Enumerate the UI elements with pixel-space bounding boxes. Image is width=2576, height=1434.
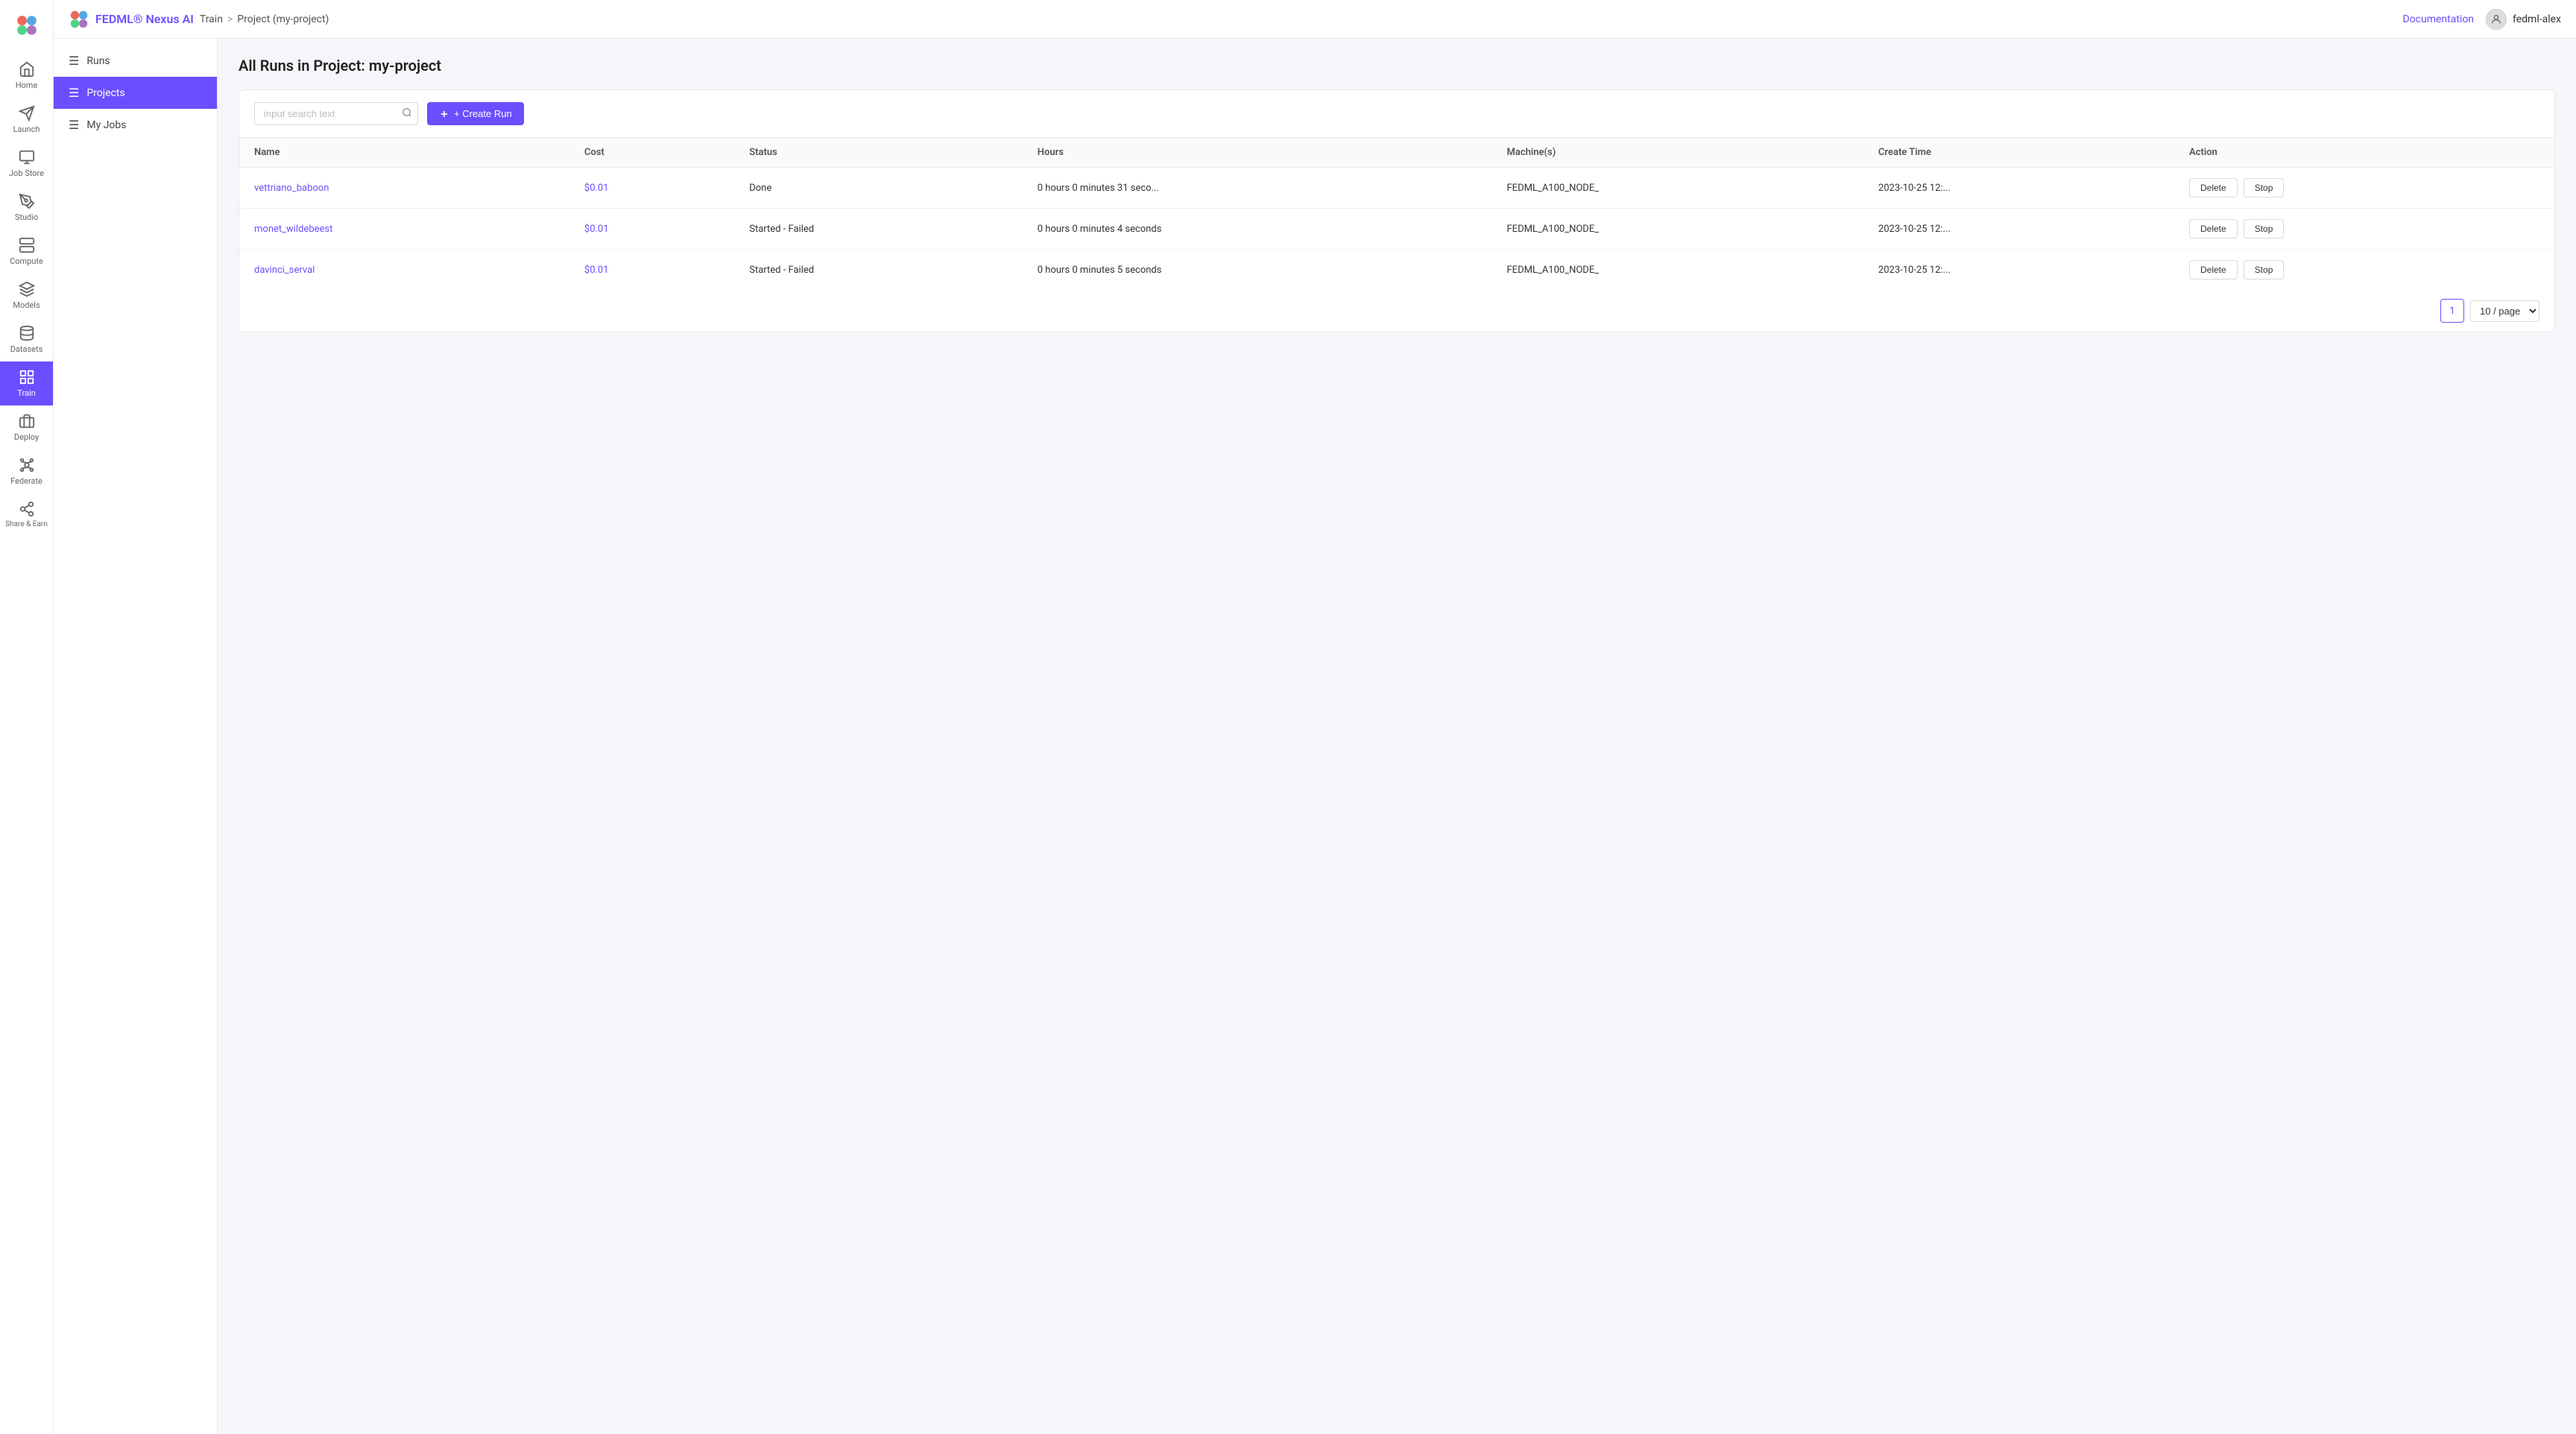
main-content: All Runs in Project: my-project + Create… (218, 39, 2576, 1434)
top-header: FEDML® Nexus AI Train > Project (my-proj… (54, 0, 2576, 39)
projects-icon: ☰ (69, 86, 79, 100)
delete-button[interactable]: Delete (2189, 260, 2238, 279)
runs-icon: ☰ (69, 54, 79, 68)
documentation-link[interactable]: Documentation (2402, 13, 2474, 25)
stop-button[interactable]: Stop (2244, 260, 2285, 279)
header-right: Documentation fedml-alex (2402, 9, 2561, 30)
brand-logo (10, 9, 43, 42)
col-create-time: Create Time (1863, 138, 2174, 168)
sidebar-item-projects[interactable]: ☰ Projects (54, 77, 217, 109)
header-logo-icon (69, 9, 89, 30)
stop-button[interactable]: Stop (2244, 178, 2285, 198)
page-number: 1 (2449, 306, 2455, 317)
cell-status: Done (734, 168, 1023, 209)
cell-cost: $0.01 (569, 209, 734, 250)
col-status: Status (734, 138, 1023, 168)
sidebar-item-home[interactable]: Home (0, 54, 53, 98)
cell-cost: $0.01 (569, 168, 734, 209)
create-run-button[interactable]: + Create Run (427, 102, 524, 125)
sidebar-item-job-store[interactable]: Job Store (0, 142, 53, 186)
cell-cost: $0.01 (569, 250, 734, 291)
cell-status: Started - Failed (734, 209, 1023, 250)
breadcrumb-train: Train (200, 13, 223, 25)
col-hours: Hours (1023, 138, 1492, 168)
sidebar-item-train[interactable]: Train (0, 361, 53, 405)
table-row: monet_wildebeest $0.01 Started - Failed … (239, 209, 2554, 250)
sidebar-item-models[interactable]: Models (0, 274, 53, 318)
breadcrumb: Train > Project (my-project) (200, 13, 329, 25)
sidebar-item-federate[interactable]: Federate (0, 449, 53, 493)
my-jobs-label: My Jobs (86, 119, 126, 131)
secondary-sidebar: ☰ Runs ☰ Projects ☰ My Jobs (54, 39, 218, 1434)
cell-machines: FEDML_A100_NODE_ (1492, 168, 1863, 209)
brand-name: FEDML® Nexus AI (95, 12, 194, 26)
cell-action: Delete Stop (2174, 250, 2554, 291)
runs-label: Runs (86, 55, 110, 67)
my-jobs-icon: ☰ (69, 118, 79, 132)
run-link[interactable]: davinci_serval (254, 265, 315, 276)
search-wrapper (254, 102, 418, 125)
breadcrumb-project: Project (my-project) (237, 13, 329, 25)
page-title: All Runs in Project: my-project (239, 57, 2555, 75)
plus-icon (439, 109, 449, 119)
user-name: fedml-alex (2513, 13, 2561, 25)
sidebar-item-launch[interactable]: Launch (0, 98, 53, 142)
pagination: 1 10 / page 20 / page 50 / page (239, 290, 2554, 332)
stop-button[interactable]: Stop (2244, 219, 2285, 239)
search-icon (402, 107, 412, 121)
projects-label: Projects (86, 87, 124, 99)
sidebar-item-deploy[interactable]: Deploy (0, 405, 53, 449)
col-cost: Cost (569, 138, 734, 168)
sidebar-item-my-jobs[interactable]: ☰ My Jobs (54, 109, 217, 141)
cell-hours: 0 hours 0 minutes 5 seconds (1023, 250, 1492, 291)
cell-name: monet_wildebeest (239, 209, 569, 250)
run-link[interactable]: monet_wildebeest (254, 224, 332, 235)
user-info: fedml-alex (2486, 9, 2561, 30)
sidebar-item-runs[interactable]: ☰ Runs (54, 45, 217, 77)
cell-status: Started - Failed (734, 250, 1023, 291)
delete-button[interactable]: Delete (2189, 178, 2238, 198)
runs-table: Name Cost Status Hours Machine(s) Create… (239, 138, 2554, 290)
page-1-button[interactable]: 1 (2440, 299, 2464, 323)
col-machines: Machine(s) (1492, 138, 1863, 168)
cell-name: davinci_serval (239, 250, 569, 291)
sidebar-item-share-earn[interactable]: Share & Earn (0, 493, 53, 537)
cell-create-time: 2023-10-25 12:... (1863, 209, 2174, 250)
table-row: davinci_serval $0.01 Started - Failed 0 … (239, 250, 2554, 291)
cell-create-time: 2023-10-25 12:... (1863, 250, 2174, 291)
search-input[interactable] (254, 102, 418, 125)
cell-action: Delete Stop (2174, 168, 2554, 209)
per-page-select[interactable]: 10 / page 20 / page 50 / page (2470, 300, 2539, 322)
cell-hours: 0 hours 0 minutes 4 seconds (1023, 209, 1492, 250)
cell-create-time: 2023-10-25 12:... (1863, 168, 2174, 209)
delete-button[interactable]: Delete (2189, 219, 2238, 239)
create-run-label: + Create Run (454, 108, 512, 119)
user-avatar (2486, 9, 2507, 30)
cell-name: vettriano_baboon (239, 168, 569, 209)
sidebar-item-compute[interactable]: Compute (0, 230, 53, 274)
cell-hours: 0 hours 0 minutes 31 seco... (1023, 168, 1492, 209)
table-row: vettriano_baboon $0.01 Done 0 hours 0 mi… (239, 168, 2554, 209)
main-sidebar: Home Launch Job Store Studio Compute Mod… (0, 0, 54, 1434)
breadcrumb-separator: > (227, 13, 233, 25)
cell-machines: FEDML_A100_NODE_ (1492, 250, 1863, 291)
sidebar-item-datasets[interactable]: Datasets (0, 318, 53, 361)
cell-machines: FEDML_A100_NODE_ (1492, 209, 1863, 250)
sidebar-item-studio[interactable]: Studio (0, 186, 53, 230)
run-link[interactable]: vettriano_baboon (254, 183, 329, 194)
header-left: FEDML® Nexus AI Train > Project (my-proj… (69, 9, 329, 30)
col-action: Action (2174, 138, 2554, 168)
runs-table-card: + Create Run Name Cost Status Hours Mach… (239, 89, 2555, 332)
table-toolbar: + Create Run (239, 90, 2554, 138)
col-name: Name (239, 138, 569, 168)
cell-action: Delete Stop (2174, 209, 2554, 250)
